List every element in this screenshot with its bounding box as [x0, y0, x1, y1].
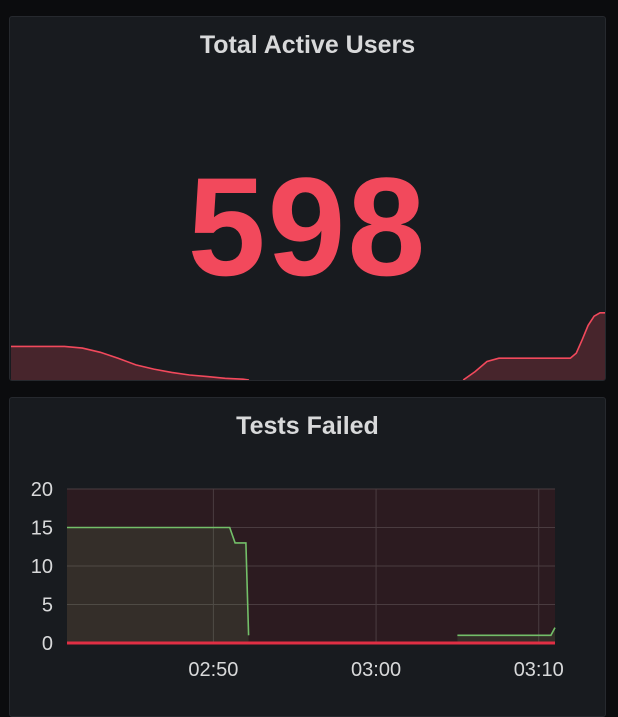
series-0-area-0 — [67, 527, 249, 643]
tests-failed-chart: 0 5 10 15 20 02:50 03:00 03:10 — [31, 479, 564, 681]
x-tick-label: 02:50 — [188, 659, 238, 681]
stat-sparkline — [11, 312, 605, 380]
sparkline-area-1 — [463, 312, 605, 380]
y-tick-label: 20 — [31, 479, 53, 501]
y-tick-label: 5 — [42, 595, 53, 617]
y-tick-label: 15 — [31, 518, 53, 540]
y-tick-label: 0 — [42, 633, 53, 655]
x-tick-label: 03:00 — [351, 659, 401, 681]
graph-panel-tests-failed[interactable]: Tests Failed 0 5 10 15 20 02:50 03:00 03:10 — [9, 397, 606, 717]
y-tick-label: 10 — [31, 556, 53, 578]
stat-panel-total-active-users[interactable]: Total Active Users 598 — [9, 16, 606, 381]
x-tick-label: 03:10 — [514, 659, 564, 681]
